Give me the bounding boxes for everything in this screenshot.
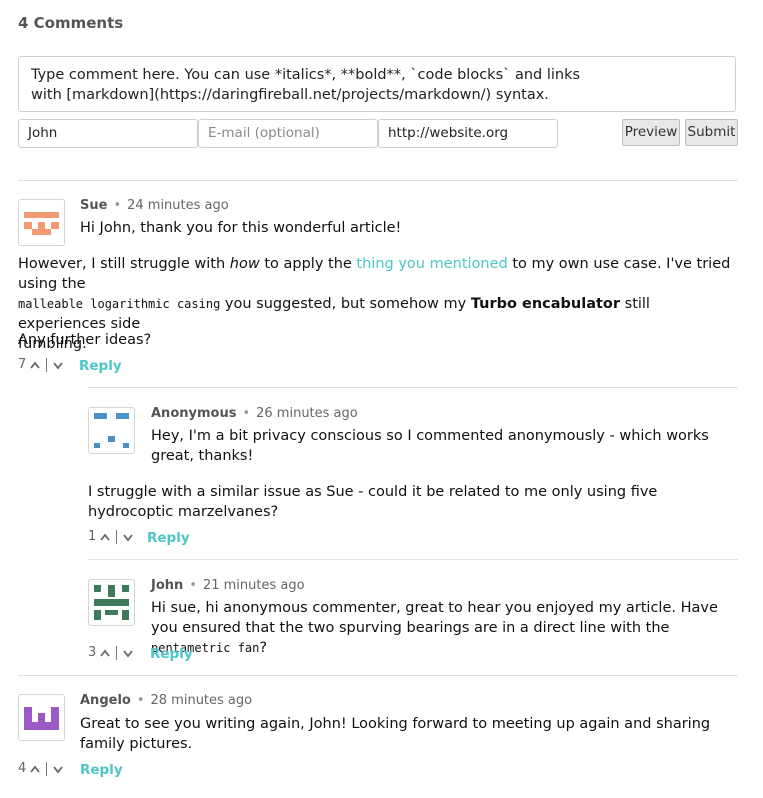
reply-button[interactable]: Reply (147, 530, 190, 546)
inline-code: malleable logarithmic casing (18, 297, 221, 311)
comment-time[interactable]: 24 minutes ago (127, 198, 229, 213)
name-input[interactable]: John (18, 119, 198, 148)
email-input[interactable]: E-mail (optional) (198, 119, 378, 148)
comment-meta: Sue • 24 minutes ago (80, 198, 229, 214)
meta-dot: • (242, 406, 251, 421)
comment-link[interactable]: thing you mentioned (356, 256, 507, 272)
chevron-up-icon[interactable] (29, 360, 41, 370)
meta-dot: • (113, 198, 122, 213)
avatar (88, 407, 135, 454)
vote-count: 3 (88, 645, 97, 660)
vote-count: 7 (18, 357, 27, 372)
comment-meta: John • 21 minutes ago (151, 578, 305, 594)
vote-controls: 1 (88, 529, 134, 545)
comment-text: Hey, I'm a bit privacy conscious so I co… (151, 428, 709, 464)
chevron-down-icon[interactable] (52, 764, 64, 774)
comment-author[interactable]: John (151, 578, 183, 593)
comment-paragraph: I struggle with a similar issue as Sue -… (88, 484, 658, 520)
website-input[interactable]: http://website.org (378, 119, 558, 148)
comment-text: Hi sue, hi anonymous commenter, great to… (151, 600, 718, 656)
chevron-down-icon[interactable] (122, 532, 134, 542)
comment-text: Hi John, thank you for this wonderful ar… (80, 220, 402, 236)
vote-separator (46, 358, 48, 372)
vote-separator (46, 762, 48, 776)
reply-button[interactable]: Reply (150, 646, 193, 662)
comment-meta: Anonymous • 26 minutes ago (151, 406, 358, 422)
comment-time[interactable]: 26 minutes ago (256, 406, 358, 421)
comment-divider (88, 387, 738, 388)
chevron-up-icon[interactable] (29, 764, 41, 774)
avatar (18, 694, 65, 741)
chevron-down-icon[interactable] (52, 360, 64, 370)
comment-author[interactable]: Angelo (80, 693, 131, 708)
vote-separator (116, 530, 118, 544)
vote-count: 4 (18, 761, 27, 776)
chevron-up-icon[interactable] (99, 532, 111, 542)
chevron-down-icon[interactable] (122, 648, 134, 658)
comment-divider (18, 675, 738, 676)
avatar (88, 579, 135, 626)
vote-controls: 4 (18, 761, 64, 777)
comment-textarea[interactable]: Type comment here. You can use *italics*… (18, 56, 736, 112)
comment-time[interactable]: 28 minutes ago (151, 693, 253, 708)
comment-text: Great to see you writing again, John! Lo… (80, 716, 711, 752)
meta-dot: • (136, 693, 145, 708)
submit-button[interactable]: Submit (685, 119, 738, 146)
chevron-up-icon[interactable] (99, 648, 111, 658)
vote-separator (116, 646, 118, 660)
comment-author[interactable]: Sue (80, 198, 107, 213)
comment-meta: Angelo • 28 minutes ago (80, 693, 252, 709)
comments-heading: 4 Comments (18, 14, 124, 32)
reply-button[interactable]: Reply (79, 358, 122, 374)
meta-dot: • (189, 578, 197, 593)
comment-paragraph: Any further ideas? (18, 332, 152, 348)
reply-button[interactable]: Reply (80, 762, 123, 778)
avatar (18, 199, 65, 246)
vote-count: 1 (88, 529, 97, 544)
comment-time[interactable]: 21 minutes ago (203, 578, 305, 593)
form-divider (18, 180, 738, 181)
comment-divider (88, 559, 738, 560)
vote-controls: 3 (88, 645, 134, 661)
preview-button[interactable]: Preview (622, 119, 680, 146)
comment-author[interactable]: Anonymous (151, 406, 236, 421)
vote-controls: 7 (18, 357, 64, 373)
